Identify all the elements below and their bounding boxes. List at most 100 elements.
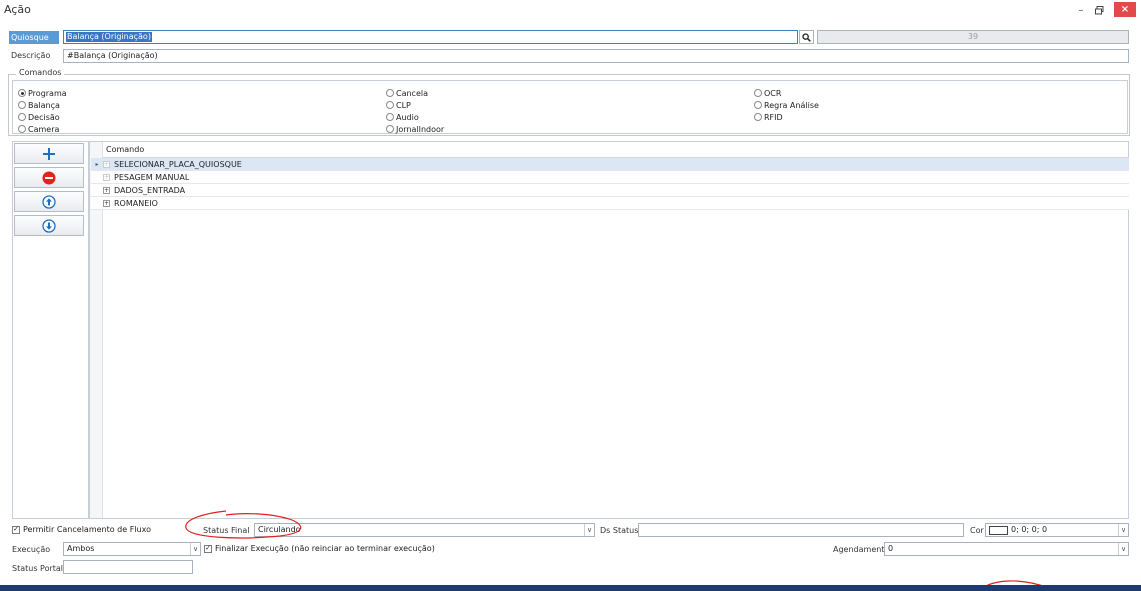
radio-button-icon xyxy=(386,89,394,97)
expand-icon[interactable]: + xyxy=(103,199,110,207)
radio-button-icon xyxy=(18,101,26,109)
cor-value: 0; 0; 0; 0 xyxy=(1011,525,1048,534)
quiosque-id: 39 xyxy=(817,30,1129,44)
radio-label: Cancela xyxy=(396,88,429,98)
bottom-bar xyxy=(0,585,1141,591)
checkbox-checked-icon: ✓ xyxy=(204,544,212,553)
radio-programa[interactable]: Programa xyxy=(18,87,67,99)
arrow-up-circle-icon xyxy=(42,194,56,209)
radio-balanca[interactable]: Balança xyxy=(18,99,67,111)
expand-icon[interactable]: + xyxy=(103,186,110,194)
chevron-down-icon[interactable]: ∨ xyxy=(190,543,200,555)
radio-button-icon xyxy=(386,113,394,121)
agendamento-label: Agendamento xyxy=(833,545,890,554)
chevron-down-icon[interactable]: ∨ xyxy=(584,524,594,536)
grid-row-label: SELECIONAR_PLACA_QUIOSQUE xyxy=(114,159,242,169)
radio-rfid[interactable]: RFID xyxy=(754,111,819,123)
plus-icon xyxy=(43,147,55,160)
radio-column-3: OCR Regra Análise RFID xyxy=(754,87,819,123)
quiosque-label-bg: Quiosque xyxy=(9,31,59,44)
comandos-radio-panel xyxy=(12,80,1128,134)
radio-label: RFID xyxy=(764,112,783,122)
ds-status-input[interactable] xyxy=(638,523,964,537)
add-command-button[interactable] xyxy=(14,143,84,164)
radio-label: OCR xyxy=(764,88,782,98)
radio-button-icon xyxy=(18,113,26,121)
execucao-select[interactable]: Ambos ∨ xyxy=(63,542,201,556)
title-bar: Ação – × xyxy=(0,0,1141,20)
color-swatch-icon xyxy=(989,525,1008,535)
radio-button-icon xyxy=(18,125,26,133)
grid-row[interactable]: + ROMANEIO xyxy=(91,197,1129,210)
grid-row[interactable]: ▸ + SELECIONAR_PLACA_QUIOSQUE xyxy=(91,158,1129,171)
red-annotation-ellipse xyxy=(185,510,302,539)
radio-label: Regra Análise xyxy=(764,100,819,110)
radio-button-icon xyxy=(754,101,762,109)
radio-label: JornalIndoor xyxy=(396,124,445,134)
checkbox-checked-icon: ✓ xyxy=(12,525,20,534)
radio-column-2: Cancela CLP Audio JornalIndoor xyxy=(386,87,444,135)
minimize-button[interactable]: – xyxy=(1074,3,1088,17)
radio-button-icon xyxy=(386,125,394,133)
permitir-cancelamento-label: Permitir Cancelamento de Fluxo xyxy=(23,525,151,534)
grid-row-label: ROMANEIO xyxy=(114,198,158,208)
close-button[interactable]: × xyxy=(1114,2,1136,17)
current-row-indicator-icon: ▸ xyxy=(95,160,99,168)
radio-camera[interactable]: Camera xyxy=(18,123,67,135)
status-portal-label: Status Portal xyxy=(12,564,64,573)
descricao-label: Descrição xyxy=(11,51,51,60)
restore-icon xyxy=(1094,5,1103,14)
radio-label: Camera xyxy=(28,124,60,134)
finalizar-execucao-checkbox[interactable]: ✓ Finalizar Execução (não reinciar ao te… xyxy=(204,544,435,553)
radio-audio[interactable]: Audio xyxy=(386,111,444,123)
grid-row[interactable]: + DADOS_ENTRADA xyxy=(91,184,1129,197)
ds-status-label: Ds Status xyxy=(600,526,639,535)
window-title: Ação xyxy=(4,3,31,16)
radio-regra-analise[interactable]: Regra Análise xyxy=(754,99,819,111)
radio-ocr[interactable]: OCR xyxy=(754,87,819,99)
execucao-label: Execução xyxy=(12,545,51,554)
comandos-group-label: Comandos xyxy=(16,68,65,77)
move-up-button[interactable] xyxy=(14,191,84,212)
descricao-input[interactable]: #Balança (Originação) xyxy=(63,49,1129,63)
expand-icon[interactable]: + xyxy=(103,173,110,181)
radio-decisao[interactable]: Decisão xyxy=(18,111,67,123)
execucao-value: Ambos xyxy=(67,544,95,553)
grid-header: Comando xyxy=(103,142,1128,158)
grid-row[interactable]: + PESAGEM MANUAL xyxy=(91,171,1129,184)
finalizar-execucao-label: Finalizar Execução (não reinciar ao term… xyxy=(215,544,435,553)
radio-column-1: Programa Balança Decisão Camera xyxy=(18,87,67,135)
radio-button-icon xyxy=(754,113,762,121)
quiosque-value: Balança (Originação) xyxy=(66,32,152,42)
chevron-down-icon[interactable]: ∨ xyxy=(1118,543,1128,555)
quiosque-search-button[interactable] xyxy=(799,30,814,44)
radio-jornalindoor[interactable]: JornalIndoor xyxy=(386,123,444,135)
radio-button-icon xyxy=(754,89,762,97)
expand-icon[interactable]: + xyxy=(103,160,110,168)
chevron-down-icon[interactable]: ∨ xyxy=(1118,524,1128,536)
cor-label: Cor xyxy=(970,526,984,535)
arrow-down-circle-icon xyxy=(42,218,56,233)
minus-circle-icon xyxy=(42,171,56,184)
radio-clp[interactable]: CLP xyxy=(386,99,444,111)
permitir-cancelamento-checkbox[interactable]: ✓ Permitir Cancelamento de Fluxo xyxy=(12,525,151,534)
column-header-comando[interactable]: Comando xyxy=(106,145,144,154)
quiosque-label: Quiosque xyxy=(11,33,49,42)
radio-label: Programa xyxy=(28,88,67,98)
quiosque-input[interactable]: Balança (Originação) xyxy=(63,30,798,44)
agendamento-value: 0 xyxy=(888,544,894,553)
radio-cancela[interactable]: Cancela xyxy=(386,87,444,99)
search-icon xyxy=(802,32,811,42)
grid-row-label: PESAGEM MANUAL xyxy=(114,172,190,182)
move-down-button[interactable] xyxy=(14,215,84,236)
remove-command-button[interactable] xyxy=(14,167,84,188)
radio-button-icon xyxy=(18,89,26,97)
radio-label: Decisão xyxy=(28,112,60,122)
agendamento-select[interactable]: 0 ∨ xyxy=(884,542,1129,556)
radio-label: Balança xyxy=(28,100,60,110)
status-portal-input[interactable] xyxy=(63,560,193,574)
cor-select[interactable]: 0; 0; 0; 0 ∨ xyxy=(985,523,1129,537)
radio-button-icon xyxy=(386,101,394,109)
restore-button[interactable] xyxy=(1092,3,1106,17)
radio-label: Audio xyxy=(396,112,419,122)
